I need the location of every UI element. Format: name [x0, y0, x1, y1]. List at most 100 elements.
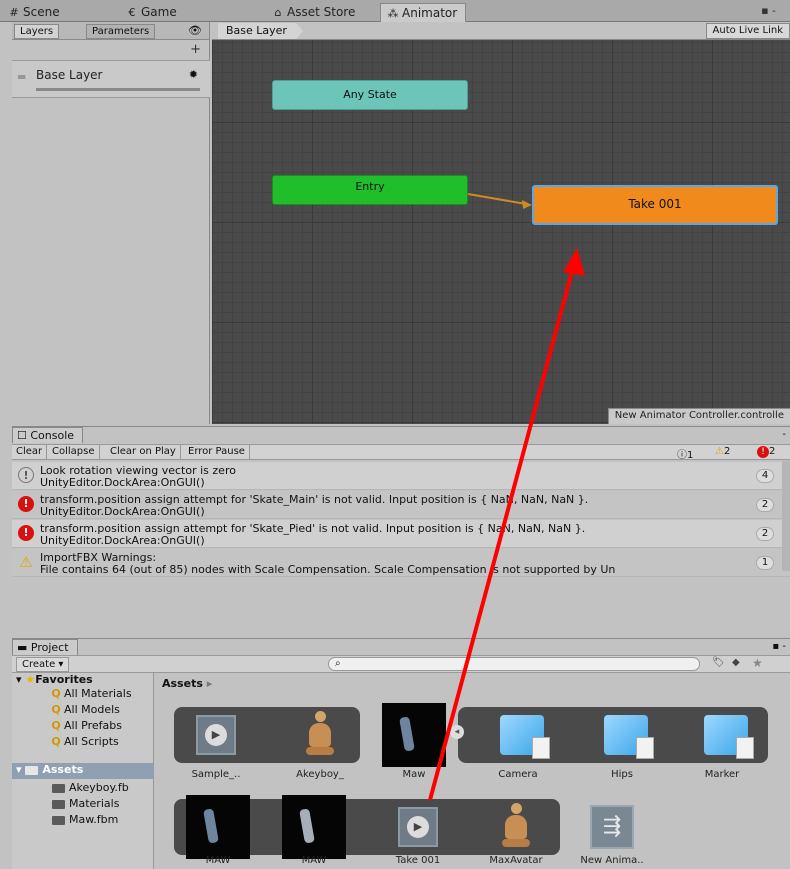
- star-icon: ★: [25, 673, 36, 686]
- folder-label: Maw.fbm: [69, 813, 119, 826]
- game-icon: €: [128, 6, 136, 19]
- collapse-arrow-icon[interactable]: ◂: [450, 725, 464, 739]
- message-count: 2: [756, 527, 774, 541]
- gear-icon[interactable]: ✹: [189, 68, 198, 81]
- tab-asset-store-label: Asset Store: [287, 5, 356, 19]
- asset-label: MAW: [301, 855, 327, 866]
- warning-count: 2: [723, 446, 731, 457]
- message-source: UnityEditor.DockArea:OnGUI(): [40, 476, 205, 489]
- assets-header[interactable]: ▾ Assets: [12, 763, 154, 779]
- console-message[interactable]: ! Look rotation viewing vector is zero U…: [12, 462, 790, 490]
- asset-mesh[interactable]: [690, 703, 754, 767]
- asset-mesh[interactable]: [486, 703, 550, 767]
- console-message[interactable]: ⚠ ImportFBX Warnings: File contains 64 (…: [12, 549, 790, 577]
- tab-scene-label: Scene: [23, 5, 60, 19]
- asset-avatar[interactable]: [288, 703, 352, 767]
- error-count-toggle[interactable]: ! 2: [754, 445, 778, 460]
- tab-layers[interactable]: Layers: [14, 24, 60, 39]
- drag-handle-icon[interactable]: ═: [18, 70, 25, 84]
- console-message[interactable]: ! transform.position assign attempt for …: [12, 491, 790, 519]
- asset-animation-clip[interactable]: ▶: [386, 795, 450, 859]
- breadcrumb-base-layer[interactable]: Base Layer: [218, 23, 303, 39]
- search-icon: Q: [51, 687, 61, 700]
- tab-animator[interactable]: ⁂ Animator: [380, 3, 467, 22]
- chevron-down-icon: ▾: [58, 659, 64, 670]
- search-icon: ⌕: [335, 658, 341, 669]
- message-count: 2: [756, 498, 774, 512]
- animation-clip-icon: ▶: [196, 715, 236, 755]
- asset-model-preview[interactable]: [186, 795, 250, 859]
- info-icon: ⓘ: [677, 450, 687, 461]
- folder-icon: [52, 815, 65, 825]
- asset-mesh[interactable]: [590, 703, 654, 767]
- layer-name: Base Layer: [36, 68, 103, 82]
- asset-label: Marker: [704, 769, 740, 780]
- animator-sidebar: Layers Parameters 👁 + ═ Base Layer ✹: [12, 22, 210, 424]
- asset-animation-clip[interactable]: ▶: [184, 703, 248, 767]
- tab-parameters[interactable]: Parameters: [86, 24, 156, 39]
- state-entry[interactable]: Entry: [272, 175, 468, 205]
- animation-clip-icon: ▶: [398, 807, 438, 847]
- favorite-label: All Scripts: [64, 735, 119, 748]
- animator-graph[interactable]: Base Layer Auto Live Link Any State Entr…: [212, 22, 790, 424]
- tab-asset-store[interactable]: ⌂ Asset Store: [266, 3, 363, 22]
- filter-by-type-icon[interactable]: 🏷: [712, 657, 725, 668]
- asset-label: Akeyboy_: [296, 769, 344, 780]
- lock-icon[interactable]: ▪ -: [772, 641, 786, 652]
- scene-icon: #: [9, 6, 19, 19]
- avatar-icon: [306, 711, 334, 759]
- star-icon[interactable]: ★: [752, 656, 763, 670]
- warning-icon: ⚠: [715, 446, 724, 457]
- clear-on-play-button[interactable]: Clear on Play: [106, 445, 181, 460]
- info-count-toggle[interactable]: ⓘ1: [674, 445, 696, 461]
- state-take-001[interactable]: Take 001: [532, 185, 778, 225]
- panel-menu-icon[interactable]: -: [782, 429, 786, 440]
- create-label: Create: [22, 659, 56, 670]
- asset-folder[interactable]: Akeyboy.fb: [52, 781, 129, 794]
- asset-avatar[interactable]: [484, 795, 548, 859]
- asset-folder[interactable]: Maw.fbm: [52, 813, 118, 826]
- auto-live-link-button[interactable]: Auto Live Link: [705, 23, 790, 39]
- add-layer-button[interactable]: +: [190, 42, 201, 57]
- tab-game[interactable]: € Game: [120, 3, 185, 22]
- collapse-button[interactable]: Collapse: [48, 445, 100, 460]
- message-source: File contains 64 (out of 85) nodes with …: [40, 563, 616, 576]
- tab-scene[interactable]: # Scene: [2, 3, 68, 22]
- lock-icon[interactable]: ▪ -: [761, 4, 776, 17]
- search-input[interactable]: ⌕: [328, 657, 700, 671]
- error-pause-button[interactable]: Error Pause: [184, 445, 250, 460]
- warning-count-toggle[interactable]: ⚠2: [712, 445, 733, 460]
- assets-breadcrumb[interactable]: Assets ▸: [162, 677, 212, 690]
- mesh-cube-icon: [604, 715, 654, 759]
- expand-arrow-icon: ▾: [16, 763, 22, 776]
- folder-icon: ▬: [17, 641, 31, 654]
- console-message[interactable]: ! transform.position assign attempt for …: [12, 520, 790, 548]
- character-figure-icon: [203, 808, 219, 844]
- clear-button[interactable]: Clear: [12, 445, 48, 460]
- tab-project[interactable]: ▬ Project: [12, 639, 78, 655]
- favorite-item[interactable]: Q All Models: [50, 703, 120, 716]
- favorite-item[interactable]: Q All Scripts: [50, 735, 119, 748]
- asset-model-preview[interactable]: [282, 795, 346, 859]
- graph-breadcrumb-bar: Base Layer Auto Live Link: [212, 22, 790, 40]
- asset-folder[interactable]: Materials: [52, 797, 119, 810]
- breadcrumb-label: Assets: [162, 677, 203, 690]
- filter-by-label-icon[interactable]: ◆: [732, 657, 740, 668]
- tab-console[interactable]: ☐ Console: [12, 427, 84, 443]
- play-icon: ▶: [407, 816, 429, 838]
- project-title: Project: [30, 641, 69, 654]
- state-any-state[interactable]: Any State: [272, 80, 468, 110]
- mesh-cube-icon: [500, 715, 550, 759]
- eye-icon[interactable]: 👁: [188, 24, 202, 37]
- create-button[interactable]: Create ▾: [16, 657, 70, 672]
- asset-animator-controller[interactable]: ⇶: [580, 795, 644, 859]
- favorite-item[interactable]: Q All Materials: [50, 687, 131, 700]
- play-icon: ▶: [205, 724, 227, 746]
- asset-model-preview[interactable]: [382, 703, 446, 767]
- console-scrollbar[interactable]: [782, 461, 790, 571]
- error-icon: !: [18, 496, 34, 512]
- layer-row-base[interactable]: ═ Base Layer ✹: [12, 60, 210, 98]
- favorite-item[interactable]: Q All Prefabs: [50, 719, 122, 732]
- search-icon: Q: [51, 703, 61, 716]
- asset-label: MAW: [205, 855, 231, 866]
